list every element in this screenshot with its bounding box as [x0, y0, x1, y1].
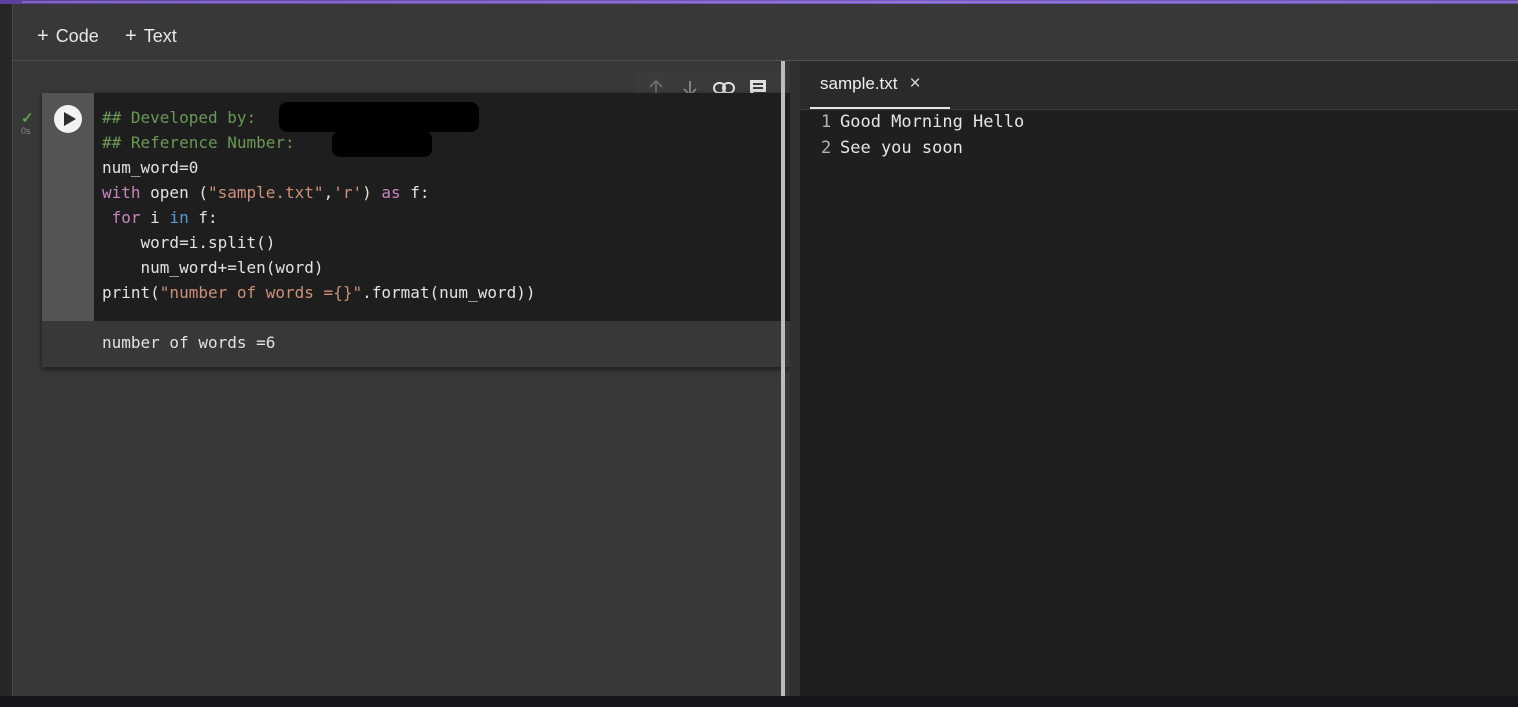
code-token: num_word=0 [102, 158, 199, 177]
file-tab-bar: sample.txt × [800, 61, 1518, 110]
file-editor[interactable]: 1 Good Morning Hello 2 See you soon [800, 110, 1518, 696]
execution-check-icon: ✓ [21, 110, 34, 127]
add-code-label: Code [55, 25, 99, 46]
line-text: Good Morning Hello [840, 112, 1025, 132]
play-icon [63, 112, 76, 126]
add-text-label: Text [143, 25, 177, 46]
code-line: for i in f: [102, 205, 790, 230]
redaction-mark [279, 102, 479, 132]
code-token: , [323, 183, 334, 202]
run-cell-button[interactable] [54, 105, 82, 133]
code-token: 'r' [333, 183, 363, 202]
code-line: num_word=0 [102, 155, 790, 180]
code-token: as [381, 183, 401, 202]
code-token: ) [362, 183, 382, 202]
line-text: See you soon [840, 138, 963, 158]
panel-separator [790, 61, 800, 696]
file-line: 2 See you soon [821, 138, 963, 164]
line-number: 2 [821, 138, 832, 158]
code-token: f: [400, 183, 430, 202]
execution-time: 0s [21, 126, 31, 136]
left-gutter [0, 4, 13, 696]
close-icon[interactable]: × [909, 73, 920, 95]
bottom-bar [0, 696, 1518, 707]
add-code-button[interactable]: + Code [37, 24, 99, 48]
code-token: i [140, 208, 170, 227]
redaction-mark [332, 131, 432, 157]
code-token: in [169, 208, 189, 227]
code-token: .format(num_word)) [362, 283, 536, 302]
code-line: ## Reference Number: [102, 130, 790, 155]
code-token: num_word+=len(word) [102, 258, 324, 277]
code-line: print("number of words ={}".format(num_w… [102, 280, 790, 305]
plus-icon: + [37, 25, 49, 47]
tab-label: sample.txt [820, 74, 898, 93]
code-token: "number of words ={}" [159, 283, 363, 302]
code-token: word=i.split() [102, 233, 276, 252]
plus-icon: + [125, 25, 137, 47]
code-token: print( [102, 283, 160, 302]
code-line: word=i.split() [102, 230, 790, 255]
notebook-toolbar: + Code + Text [13, 4, 1518, 61]
code-token: "sample.txt" [207, 183, 324, 202]
file-line: 1 Good Morning Hello [821, 112, 1024, 138]
code-token: ## Developed by: [102, 108, 257, 127]
code-token: open ( [140, 183, 208, 202]
file-viewer-panel: sample.txt × 1 Good Morning Hello 2 See you… [800, 61, 1518, 696]
panel-resize-handle[interactable] [781, 61, 785, 696]
line-number: 1 [821, 112, 832, 132]
cell-output: number of words =6 [42, 321, 790, 367]
code-line: num_word+=len(word) [102, 255, 790, 280]
output-text: number of words =6 [102, 333, 276, 352]
code-line: with open ("sample.txt",'r') as f: [102, 180, 790, 205]
code-token: with [102, 183, 141, 202]
add-text-button[interactable]: + Text [125, 24, 177, 48]
code-token: for [111, 208, 141, 227]
tab-sample-txt[interactable]: sample.txt × [810, 61, 950, 109]
code-token: ## Reference Number: [102, 133, 295, 152]
code-token: f: [188, 208, 218, 227]
cell-run-column [42, 93, 94, 321]
code-cell[interactable]: ## Developed by: ## Reference Number: num_… [42, 93, 790, 367]
